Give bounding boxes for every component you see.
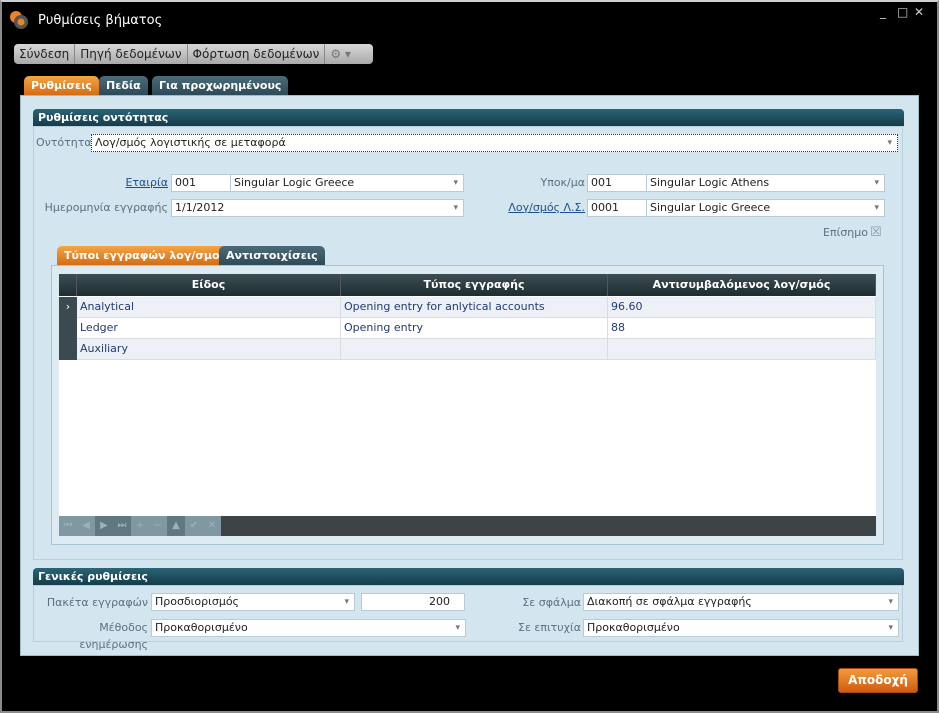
account-label[interactable]: Λογ/σμός Λ.Σ.	[490, 199, 585, 216]
method-label: Μέθοδος ενημέρωσης	[79, 621, 148, 651]
date-field[interactable]: 1/1/2012	[171, 199, 464, 217]
cell-entry-type[interactable]: Opening entry for anlytical accounts	[341, 297, 608, 317]
app-logo-icon	[10, 11, 28, 29]
cancel-record-icon[interactable]: ✕	[203, 516, 221, 536]
table-row[interactable]: Ledger Opening entry 88	[59, 318, 876, 339]
on-error-select[interactable]: Διακοπή σε σφάλμα εγγραφής	[583, 593, 899, 611]
horizontal-scrollbar[interactable]	[221, 516, 876, 536]
on-success-label: Σε επιτυχία	[518, 621, 581, 634]
branch-name-select[interactable]: Singular Logic Athens	[646, 174, 885, 192]
delete-record-icon[interactable]: −	[149, 516, 167, 536]
entry-types-grid: Είδος Τύπος εγγραφής Αντισυμβαλόμενος λο…	[59, 274, 876, 536]
last-record-icon[interactable]: ⏭	[113, 516, 131, 536]
cell-kind[interactable]: Auxiliary	[77, 339, 341, 359]
row-indicator	[59, 318, 77, 339]
cell-counter-account[interactable]	[608, 339, 876, 359]
tab-entry-types[interactable]: Τύποι εγγραφών λογ/σμοί	[57, 246, 231, 265]
save-record-icon[interactable]: ✔	[185, 516, 203, 536]
toolbar: Σύνδεση Πηγή δεδομένων Φόρτωση δεδομένων…	[14, 44, 373, 64]
data-source-button[interactable]: Πηγή δεδομένων	[75, 44, 188, 64]
official-label: Επίσημο	[823, 226, 868, 239]
account-name-select[interactable]: Singular Logic Greece	[646, 199, 885, 217]
grid-navigator: ⏮ ◀ ▶ ⏭ + − ▲ ✔ ✕	[59, 516, 876, 536]
on-error-label: Σε σφάλμα	[522, 596, 581, 609]
add-record-icon[interactable]: +	[131, 516, 149, 536]
entity-section-header: Ρυθμίσεις οντότητας	[33, 109, 904, 126]
cell-kind[interactable]: Analytical	[77, 297, 341, 317]
current-row-marker-icon: ›	[59, 297, 77, 318]
company-label[interactable]: Εταιρία	[100, 174, 168, 191]
branch-label: Υποκ/μα	[540, 176, 585, 189]
previous-record-icon[interactable]: ◀	[77, 516, 95, 536]
cell-counter-account[interactable]: 88	[608, 318, 876, 338]
window-title: Ρυθμίσεις βήματος	[38, 13, 163, 28]
packets-label: Πακέτα εγγραφών	[46, 596, 148, 609]
row-indicator	[59, 339, 77, 360]
tab-fields[interactable]: Πεδία	[99, 76, 148, 95]
company-code-field[interactable]: 001	[171, 174, 231, 192]
entity-label: Οντότητα	[36, 136, 92, 149]
official-checkbox[interactable]: ☒	[870, 224, 882, 241]
entity-select[interactable]: Λογ/σμός λογιστικής σε μεταφορά	[91, 134, 898, 152]
column-header-kind[interactable]: Είδος	[77, 274, 341, 296]
cell-entry-type[interactable]: Opening entry	[341, 318, 608, 338]
grid-indicator-header	[59, 274, 77, 296]
company-name-select[interactable]: Singular Logic Greece	[230, 174, 464, 192]
branch-code-field[interactable]: 001	[587, 174, 647, 192]
minimize-button[interactable]: _	[880, 5, 886, 19]
close-button[interactable]: ✕	[914, 5, 924, 19]
cell-counter-account[interactable]: 96.60	[608, 297, 876, 317]
general-section-header: Γενικές ρυθμίσεις	[33, 568, 904, 585]
column-header-counter-account[interactable]: Αντισυμβαλόμενος λογ/σμός	[608, 274, 876, 296]
accept-button[interactable]: Αποδοχή	[838, 668, 918, 693]
connection-button[interactable]: Σύνδεση	[14, 44, 76, 64]
tab-settings[interactable]: Ρυθμίσεις	[24, 76, 99, 95]
maximize-button[interactable]: □	[897, 5, 908, 19]
table-row[interactable]: › Analytical Opening entry for anlytical…	[59, 297, 876, 318]
tab-advanced[interactable]: Για προχωρημένους	[152, 76, 289, 95]
cell-kind[interactable]: Ledger	[77, 318, 341, 338]
data-load-button[interactable]: Φόρτωση δεδομένων	[188, 44, 326, 64]
tab-mappings[interactable]: Αντιστοιχίσεις	[219, 246, 325, 265]
method-select[interactable]: Προκαθορισμένο	[151, 619, 466, 637]
gear-menu-icon[interactable]: ⚙ ▾	[325, 44, 356, 64]
cell-entry-type[interactable]	[341, 339, 608, 359]
column-header-entry-type[interactable]: Τύπος εγγραφής	[341, 274, 608, 296]
packets-count-spinner[interactable]: 200	[361, 593, 465, 611]
packets-select[interactable]: Προσδιορισμός	[151, 593, 355, 611]
first-record-icon[interactable]: ⏮	[59, 516, 77, 536]
account-code-field[interactable]: 0001	[587, 199, 647, 217]
next-record-icon[interactable]: ▶	[95, 516, 113, 536]
date-label: Ημερομηνία εγγραφής	[44, 201, 168, 214]
table-row[interactable]: Auxiliary	[59, 339, 876, 360]
edit-record-icon[interactable]: ▲	[167, 516, 185, 536]
on-success-select[interactable]: Προκαθορισμένο	[583, 619, 899, 637]
